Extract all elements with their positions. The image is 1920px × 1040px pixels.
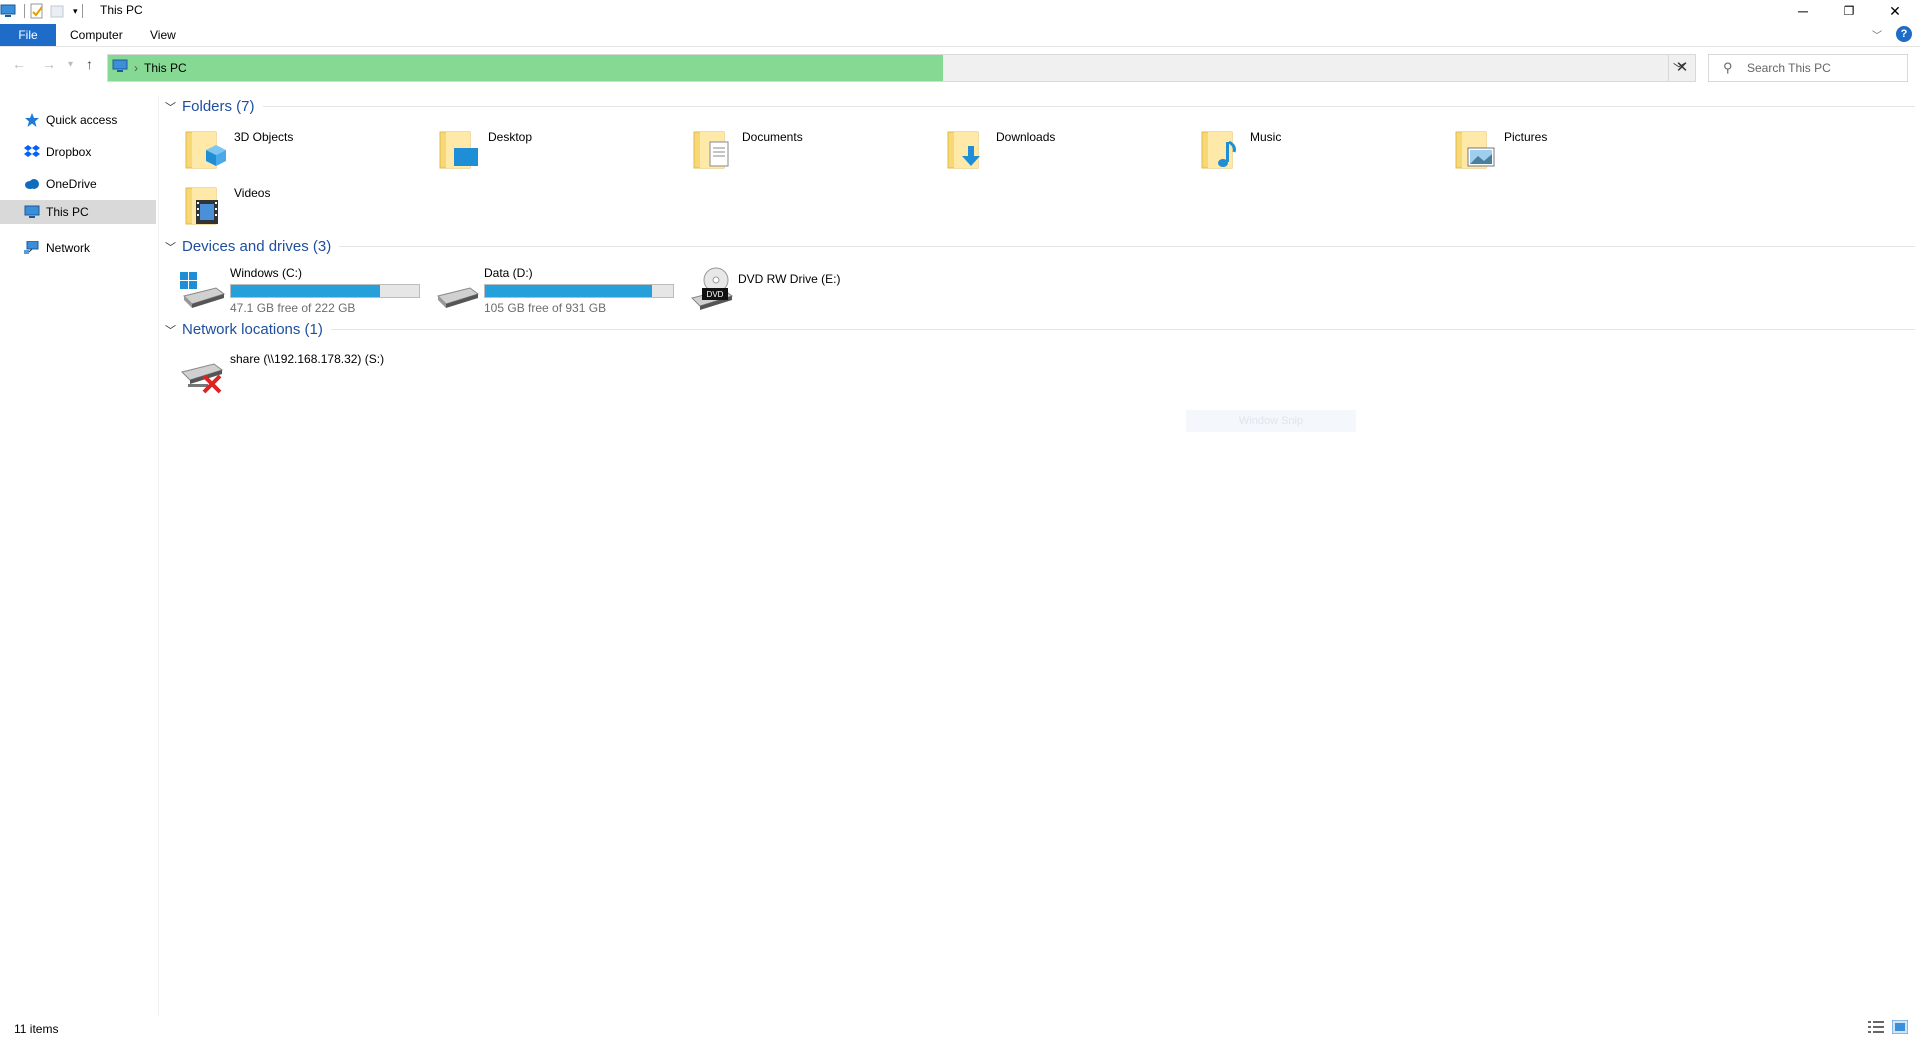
chevron-down-icon[interactable]: ﹀ [165, 99, 176, 115]
content-pane: ﹀ Folders (7) 3D Objects Desktop Documen… [160, 96, 1920, 1016]
new-folder-icon[interactable] [49, 3, 65, 19]
tab-computer[interactable]: Computer [56, 24, 137, 46]
hard-drive-icon [432, 264, 480, 312]
music-folder-icon [1198, 126, 1246, 174]
sidebar-item-dropbox[interactable]: Dropbox [0, 140, 156, 164]
chevron-down-icon[interactable]: ﹀ [165, 322, 176, 338]
folder-downloads[interactable]: Downloads [944, 126, 1055, 174]
pictures-folder-icon [1452, 126, 1500, 174]
breadcrumb-this-pc[interactable]: This PC [144, 61, 187, 75]
window-title: This PC [100, 3, 143, 17]
disconnected-network-drive-icon [178, 348, 226, 396]
search-input[interactable]: Search This PC [1747, 61, 1831, 75]
search-box[interactable]: ⚲ Search This PC [1708, 54, 1908, 82]
videos-folder-icon [182, 182, 230, 230]
documents-folder-icon [690, 126, 738, 174]
quick-access-toolbar: ▾ [0, 2, 87, 20]
toolbar-divider [24, 4, 25, 18]
drive-usage-bar [484, 284, 674, 298]
recent-locations-icon[interactable]: ▾ [68, 59, 73, 70]
group-divider [262, 106, 1915, 107]
status-item-count: 11 items [14, 1022, 59, 1036]
drive-usage-bar [230, 284, 420, 298]
group-divider [339, 246, 1915, 247]
search-icon: ⚲ [1723, 60, 1733, 75]
help-icon[interactable]: ? [1896, 26, 1912, 42]
group-folders[interactable]: ﹀ Folders (7) [165, 98, 1915, 115]
network-icon [24, 240, 40, 256]
address-progress-fill [108, 55, 943, 81]
sidebar-item-onedrive[interactable]: OneDrive [0, 172, 156, 196]
group-title: Network locations (1) [182, 321, 323, 338]
folder-desktop[interactable]: Desktop [436, 126, 532, 174]
address-bar[interactable]: › This PC ﹀ [107, 54, 1696, 82]
expand-ribbon-icon[interactable]: ﹀ [1872, 27, 1882, 42]
toolbar-divider [81, 4, 83, 18]
back-arrow-icon[interactable]: ← [12, 56, 26, 72]
sidebar-item-quick-access[interactable]: Quick access [0, 108, 156, 132]
close-button[interactable]: ✕ [1872, 0, 1918, 22]
ribbon-tabs: File Computer View ﹀ ? [0, 24, 1920, 47]
customize-toolbar-icon[interactable]: ▾ [73, 6, 78, 17]
large-icons-view-icon[interactable] [1891, 1019, 1909, 1035]
windows-drive-icon [178, 264, 226, 312]
restore-button[interactable]: ❐ [1826, 0, 1872, 22]
sidebar-item-network[interactable]: Network [0, 236, 156, 260]
title-bar: ▾ This PC ─ ❐ ✕ [0, 0, 1920, 22]
minimize-button[interactable]: ─ [1780, 0, 1826, 22]
computer-icon [0, 3, 16, 19]
group-title: Folders (7) [182, 98, 255, 115]
folder-pictures[interactable]: Pictures [1452, 126, 1547, 174]
group-devices-and-drives[interactable]: ﹀ Devices and drives (3) [165, 238, 1915, 255]
group-title: Devices and drives (3) [182, 238, 332, 255]
drive-data-d[interactable]: Data (D:) 105 GB free of 931 GB [432, 264, 674, 315]
group-network-locations[interactable]: ﹀ Network locations (1) [165, 321, 1915, 338]
properties-icon[interactable] [29, 3, 45, 19]
details-view-icon[interactable] [1868, 1020, 1884, 1034]
folder-documents[interactable]: Documents [690, 126, 803, 174]
breadcrumb-separator: › [134, 60, 138, 75]
folder-videos[interactable]: Videos [182, 182, 270, 230]
svg-text:DVD: DVD [707, 290, 724, 299]
sidebar-item-this-pc[interactable]: This PC [0, 200, 156, 224]
downloads-folder-icon [944, 126, 992, 174]
chevron-down-icon[interactable]: ﹀ [165, 239, 176, 255]
navigation-pane: Quick access Dropbox OneDrive This PC Ne… [0, 96, 159, 1016]
star-icon [24, 112, 40, 128]
stop-loading-button[interactable]: ✕ [1668, 54, 1695, 82]
computer-icon [112, 59, 128, 76]
3d-objects-folder-icon [182, 126, 230, 174]
group-divider [330, 329, 1915, 330]
folder-music[interactable]: Music [1198, 126, 1281, 174]
forward-arrow-icon[interactable]: → [42, 56, 56, 72]
dropbox-icon [24, 144, 40, 160]
tab-view[interactable]: View [136, 24, 190, 46]
tab-file[interactable]: File [0, 24, 56, 46]
drive-windows-c[interactable]: Windows (C:) 47.1 GB free of 222 GB [178, 264, 420, 315]
up-arrow-icon[interactable]: ↑ [86, 56, 93, 72]
window-snip-overlay: Window Snip [1186, 410, 1356, 432]
desktop-folder-icon [436, 126, 484, 174]
cloud-icon [24, 176, 40, 192]
computer-icon [24, 204, 40, 220]
dvd-drive-icon: DVD [686, 264, 734, 312]
drive-dvd-e[interactable]: DVD DVD RW Drive (E:) [686, 264, 840, 312]
network-drive-share-s[interactable]: share (\\192.168.178.32) (S:) [178, 348, 384, 396]
folder-3d-objects[interactable]: 3D Objects [182, 126, 293, 174]
